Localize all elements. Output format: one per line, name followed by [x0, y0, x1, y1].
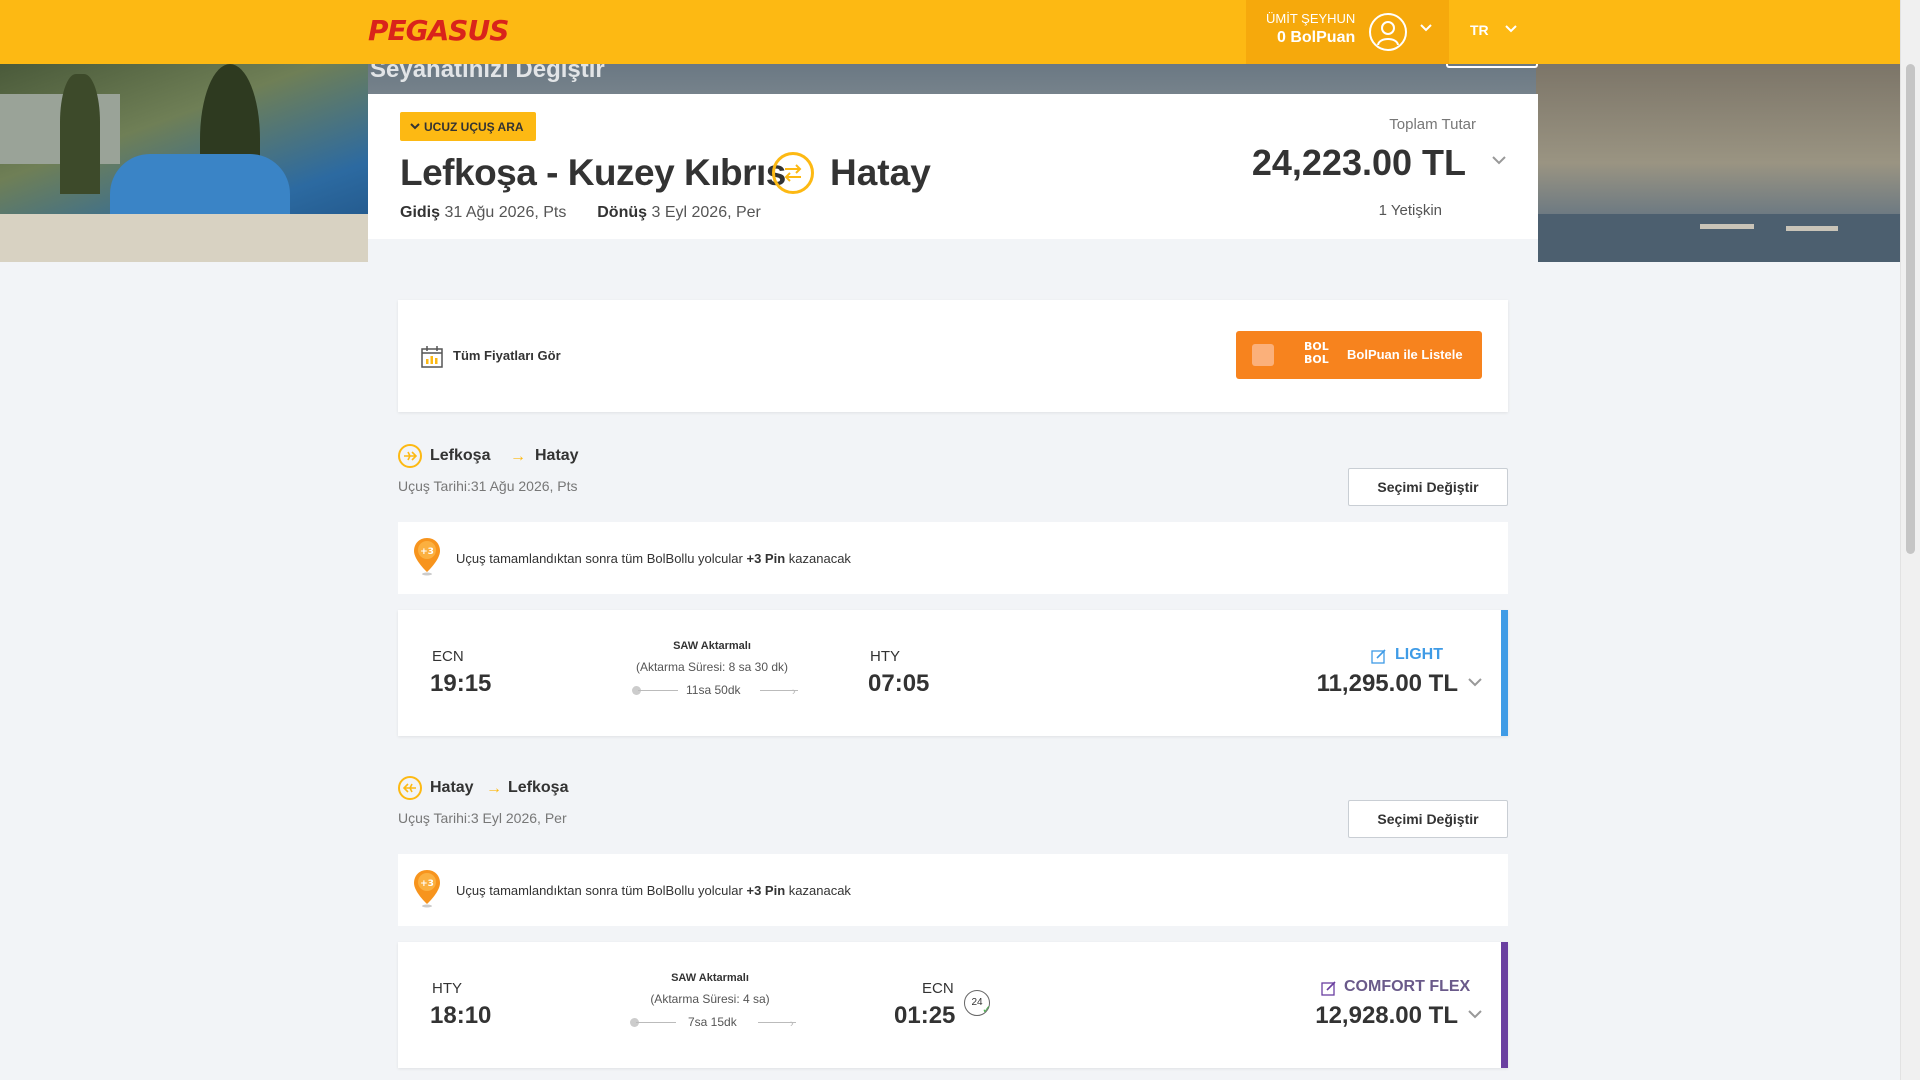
- chevron-down-icon[interactable]: [1505, 25, 1517, 33]
- arrival-time: 07:05: [868, 670, 930, 697]
- pin-text-suffix: kazanacak: [788, 883, 851, 898]
- all-prices-link[interactable]: Tüm Fiyatları Gör: [453, 348, 561, 363]
- leg-origin: Hatay: [430, 779, 474, 796]
- scrollbar-thumb[interactable]: [1906, 64, 1915, 554]
- pin-reward-banner: +3 Uçuş tamamlandıktan sonra tüm BolBoll…: [398, 522, 1508, 594]
- departure-airport: HTY: [432, 980, 462, 997]
- chevron-down-icon[interactable]: [1468, 678, 1482, 687]
- swap-icon: [772, 152, 814, 194]
- user-points: 0 BolPuan: [1277, 29, 1356, 46]
- flight-results: Tüm Fiyatları Gör BOL BOL BolPuan ile Li…: [368, 239, 1538, 1080]
- return-label: Dönüş: [597, 204, 648, 221]
- departure-label: Gidiş: [400, 204, 441, 221]
- flight-option-outbound[interactable]: ECN 19:15 SAW Aktarmalı (Aktarma Süresi:…: [398, 610, 1508, 736]
- hero-button[interactable]: [1446, 64, 1538, 68]
- departure-date: 31 Ağu 2026, Pts: [444, 204, 567, 221]
- leg-header-return: Hatay → Lefkoşa Uçuş Tarihi:3 Eyl 2026, …: [398, 776, 1508, 836]
- departure-airport: ECN: [432, 648, 464, 665]
- pegasus-logo[interactable]: PEGASUS: [368, 14, 509, 47]
- pin-text-bold: +3 Pin: [746, 551, 786, 566]
- leg-destination: Lefkoşa: [508, 779, 569, 796]
- fare-color-stripe: [1501, 942, 1508, 1068]
- user-icon: [1369, 13, 1407, 51]
- transfer-duration: (Aktarma Süresi: 4 sa): [650, 992, 770, 1006]
- top-bar: PEGASUS ÜMİT ŞEYHUN 0 BolPuan TR: [0, 0, 1900, 64]
- departure-time: 19:15: [430, 670, 492, 697]
- fare-name: COMFORT FLEX: [1344, 978, 1471, 995]
- passenger-count: 1 Yetişkin: [1378, 202, 1442, 219]
- cheap-flight-search-button[interactable]: UCUZ UÇUŞ ARA: [400, 112, 536, 141]
- hero-image-left: [0, 64, 368, 262]
- pin-reward-banner: +3 Uçuş tamamlandıktan sonra tüm BolBoll…: [398, 854, 1508, 926]
- pin-icon: +3: [414, 870, 440, 908]
- arrival-airport: ECN: [922, 980, 954, 997]
- total-price: 24,223.00 TL: [1251, 142, 1466, 183]
- flight-duration: 11sa 50dk: [686, 683, 741, 697]
- total-label: Toplam Tutar: [1389, 116, 1476, 133]
- leg-header-outbound: Lefkoşa → Hatay Uçuş Tarihi:31 Ağu 2026,…: [398, 444, 1508, 504]
- pin-text-suffix: kazanacak: [788, 551, 851, 566]
- change-selection-button[interactable]: Seçimi Değiştir: [1348, 800, 1508, 838]
- plane-icon: [398, 444, 422, 468]
- destination-city: Hatay: [830, 152, 931, 193]
- check-24-icon: 24 ✓: [964, 990, 991, 1016]
- change-selection-button[interactable]: Seçimi Değiştir: [1348, 468, 1508, 506]
- pin-icon: +3: [414, 538, 440, 576]
- transfer-info: SAW Aktarmalı: [671, 972, 749, 984]
- arrow-right-icon: →: [510, 448, 526, 465]
- bolpuan-checkbox[interactable]: [1252, 344, 1274, 366]
- user-name: ÜMİT ŞEYHUN: [1266, 11, 1356, 26]
- hero-image-right: [1536, 64, 1900, 262]
- cheap-flight-label: UCUZ UÇUŞ ARA: [424, 119, 524, 134]
- bolpuan-list-button[interactable]: BOL BOL BolPuan ile Listele: [1236, 331, 1482, 379]
- flight-duration: 7sa 15dk: [688, 1015, 737, 1029]
- user-menu[interactable]: ÜMİT ŞEYHUN 0 BolPuan: [1246, 0, 1449, 64]
- trip-dates: Gidiş 31 Ağu 2026, Pts Dönüş 3 Eyl 2026,…: [400, 204, 761, 222]
- leg-origin: Lefkoşa: [430, 447, 491, 464]
- page-scrollbar[interactable]: [1900, 0, 1920, 1080]
- arrow-right-icon: →: [486, 780, 502, 797]
- departure-time: 18:10: [430, 1002, 492, 1029]
- leg-date: Uçuş Tarihi:31 Ağu 2026, Pts: [398, 478, 578, 494]
- fare-price: 12,928.00 TL: [1315, 1002, 1458, 1029]
- transfer-duration: (Aktarma Süresi: 8 sa 30 dk): [635, 660, 789, 674]
- transfer-info: SAW Aktarmalı: [673, 640, 751, 652]
- return-date: 3 Eyl 2026, Per: [651, 204, 761, 221]
- pin-text-bold: +3 Pin: [746, 883, 786, 898]
- filter-bar: Tüm Fiyatları Gör BOL BOL BolPuan ile Li…: [398, 300, 1508, 412]
- bolpuan-list-label: BolPuan ile Listele: [1347, 347, 1463, 362]
- route-arrow-icon: ›: [790, 1018, 794, 1030]
- svg-text:+3: +3: [420, 879, 434, 889]
- edit-icon: [1321, 981, 1336, 996]
- origin-city: Lefkoşa - Kuzey Kıbrıs: [400, 152, 786, 193]
- flight-option-return[interactable]: HTY 18:10 SAW Aktarmalı (Aktarma Süresi:…: [398, 942, 1508, 1068]
- chevron-down-icon[interactable]: [1468, 1010, 1482, 1019]
- language-selector[interactable]: TR: [1470, 22, 1489, 38]
- bolbol-logo: BOL BOL: [1304, 340, 1329, 366]
- pin-text-prefix: Uçuş tamamlandıktan sonra tüm BolBollu y…: [456, 551, 743, 566]
- route-line: [636, 1022, 676, 1023]
- leg-date: Uçuş Tarihi:3 Eyl 2026, Per: [398, 810, 567, 826]
- arrival-airport: HTY: [870, 648, 900, 665]
- edit-icon: [1371, 649, 1386, 664]
- fare-name: LIGHT: [1395, 646, 1443, 663]
- chevron-down-icon: [1420, 24, 1432, 32]
- chevron-down-icon[interactable]: [1492, 156, 1506, 165]
- pin-reward-text: Uçuş tamamlandıktan sonra tüm BolBollu y…: [456, 551, 851, 566]
- arrival-time: 01:25: [894, 1002, 956, 1029]
- badge-24-label: 24: [971, 997, 983, 1008]
- fare-price: 11,295.00 TL: [1316, 670, 1458, 697]
- route-arrow-icon: ›: [792, 686, 796, 698]
- leg-destination: Hatay: [535, 447, 579, 464]
- plane-icon: [398, 776, 422, 800]
- hero-title: Seyahatinizi Değiştir: [370, 64, 605, 83]
- fare-color-stripe: [1501, 610, 1508, 736]
- route-line: [638, 690, 678, 691]
- pin-reward-text: Uçuş tamamlandıktan sonra tüm BolBollu y…: [456, 883, 851, 898]
- pin-text-prefix: Uçuş tamamlandıktan sonra tüm BolBollu y…: [456, 883, 743, 898]
- chevron-down-icon: [410, 123, 420, 130]
- trip-summary: UCUZ UÇUŞ ARA Lefkoşa - Kuzey Kıbrıs Hat…: [368, 94, 1538, 239]
- calendar-icon[interactable]: [420, 345, 444, 369]
- svg-text:+3: +3: [420, 547, 434, 557]
